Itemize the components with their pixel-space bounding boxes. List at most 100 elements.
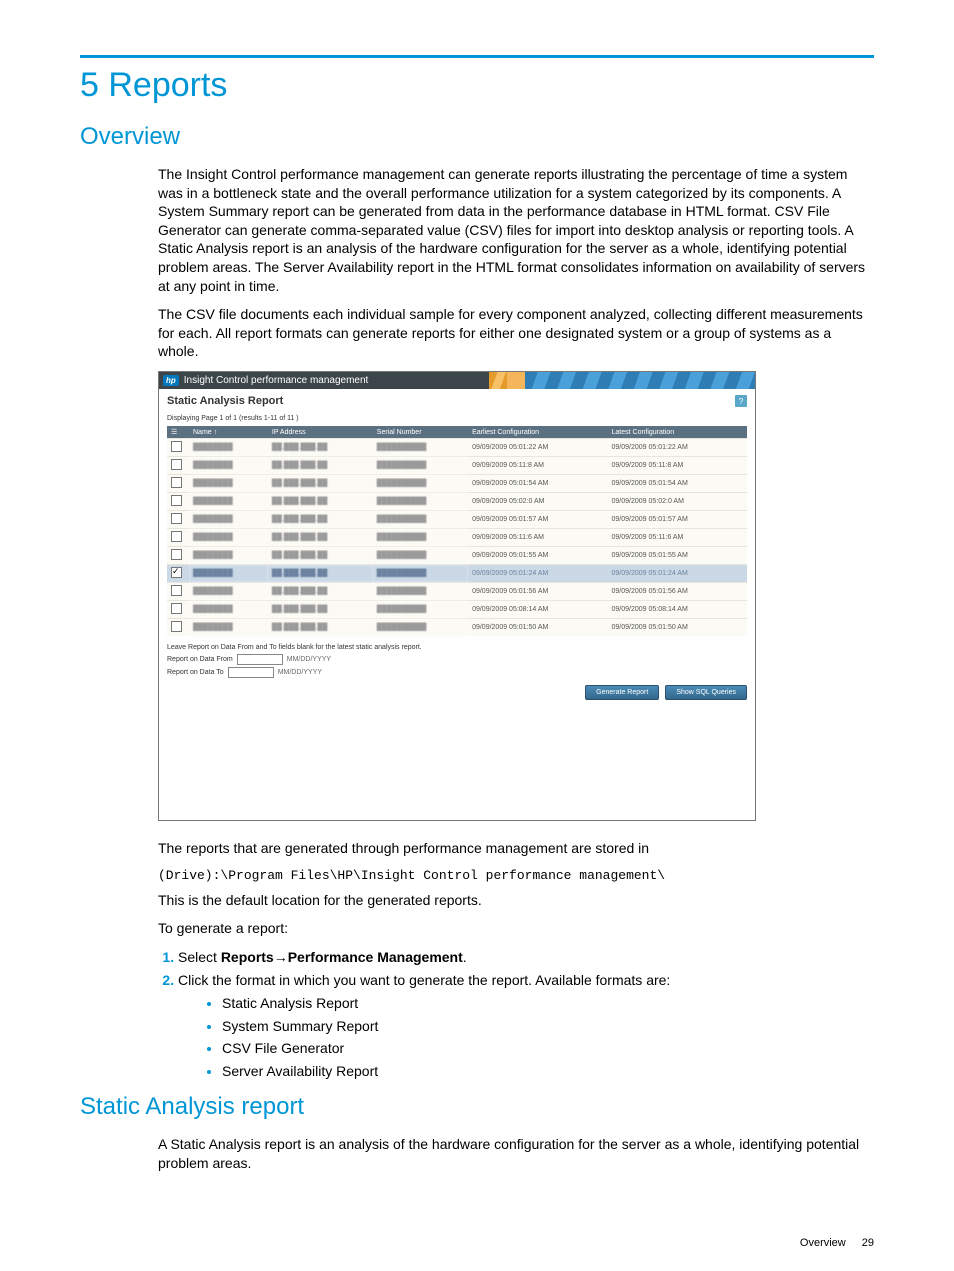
row-earliest: 09/09/2009 05:01:24 AM [468, 565, 607, 583]
static-analysis-heading: Static Analysis report [80, 1093, 874, 1121]
row-name: ████████ [189, 583, 268, 601]
storage-path: (Drive):\Program Files\HP\Insight Contro… [158, 868, 874, 883]
row-checkbox[interactable] [167, 619, 189, 637]
table-row[interactable]: ██████████.███.███.████████████09/09/200… [167, 511, 747, 529]
col-serial[interactable]: Serial Number [373, 426, 468, 439]
row-name: ████████ [189, 493, 268, 511]
row-latest: 09/09/2009 05:11:8 AM [608, 457, 747, 475]
paging-text: Displaying Page 1 of 1 (results 1-11 of … [159, 413, 755, 424]
row-serial: ██████████ [373, 565, 468, 583]
screenshot-whitespace [159, 710, 755, 820]
to-label: Report on Data To [167, 669, 224, 676]
row-name: ████████ [189, 619, 268, 637]
step-1: Select Reports→Performance Management. [178, 948, 874, 967]
row-earliest: 09/09/2009 05:11:8 AM [468, 457, 607, 475]
row-checkbox[interactable] [167, 475, 189, 493]
row-name: ████████ [189, 457, 268, 475]
to-generate-text: To generate a report: [158, 919, 874, 938]
chapter-title: 5 Reports [80, 66, 874, 105]
row-serial: ██████████ [373, 619, 468, 637]
row-ip: ██.███.███.██ [268, 601, 373, 619]
row-ip: ██.███.███.██ [268, 529, 373, 547]
row-serial: ██████████ [373, 457, 468, 475]
row-ip: ██.███.███.██ [268, 439, 373, 457]
row-checkbox[interactable] [167, 457, 189, 475]
stored-in-text: The reports that are generated through p… [158, 839, 874, 858]
row-name: ████████ [189, 511, 268, 529]
col-select[interactable]: ☰ [167, 426, 189, 439]
app-title: Insight Control performance management [184, 375, 369, 386]
brand-ribbon [507, 372, 755, 389]
row-checkbox[interactable] [167, 547, 189, 565]
formats-list: Static Analysis Report System Summary Rep… [178, 994, 874, 1082]
table-row[interactable]: ██████████.███.███.████████████ 09/09/200… [167, 619, 747, 637]
table-row[interactable]: ██████████.███.███.████████████ 09/09/200… [167, 439, 747, 457]
row-checkbox[interactable] [167, 565, 189, 583]
table-row[interactable]: ██████████.███.███.████████████09/09/200… [167, 601, 747, 619]
row-checkbox[interactable] [167, 601, 189, 619]
row-earliest: 09/09/2009 05:01:56 AM [468, 583, 607, 601]
table-row[interactable]: ██████████.███.███.████████████09/09/200… [167, 475, 747, 493]
col-latest[interactable]: Latest Configuration [608, 426, 747, 439]
help-icon[interactable]: ? [735, 395, 747, 407]
generate-report-button[interactable]: Generate Report [585, 685, 659, 700]
overview-para-2: The CSV file documents each individual s… [158, 305, 874, 361]
row-serial: ██████████ [373, 583, 468, 601]
table-row[interactable]: ██████████.███.███.████████████09/09/200… [167, 457, 747, 475]
show-sql-button[interactable]: Show SQL Queries [665, 685, 747, 700]
row-earliest: 09/09/2009 05:01:54 AM [468, 475, 607, 493]
step-2: Click the format in which you want to ge… [178, 971, 874, 1081]
row-serial: ██████████ [373, 601, 468, 619]
row-latest: 09/09/2009 05:01:50 AM [608, 619, 747, 637]
table-row[interactable]: ██████████.███.███.████████████09/09/200… [167, 583, 747, 601]
row-earliest: 09/09/2009 05:11:6 AM [468, 529, 607, 547]
to-hint: MM/DD/YYYY [278, 669, 322, 676]
row-serial: ██████████ [373, 529, 468, 547]
overview-para-1: The Insight Control performance manageme… [158, 165, 874, 295]
list-item: Static Analysis Report [222, 994, 874, 1013]
row-serial: ██████████ [373, 511, 468, 529]
table-row[interactable]: ██████████.███.███.████████████09/09/200… [167, 547, 747, 565]
table-row[interactable]: ██████████.███.███.████████████09/09/200… [167, 529, 747, 547]
row-name: ████████ [189, 601, 268, 619]
row-earliest: 09/09/2009 05:08:14 AM [468, 601, 607, 619]
row-checkbox[interactable] [167, 439, 189, 457]
row-name: ████████ [189, 529, 268, 547]
row-ip: ██.███.███.██ [268, 475, 373, 493]
row-checkbox[interactable] [167, 511, 189, 529]
row-name: ████████ [189, 439, 268, 457]
table-row[interactable]: ██████████.███.███.████████████09/09/200… [167, 565, 747, 583]
row-ip: ██.███.███.██ [268, 619, 373, 637]
row-latest: 09/09/2009 05:01:22 AM [608, 439, 747, 457]
col-ip[interactable]: IP Address [268, 426, 373, 439]
to-input[interactable] [228, 667, 274, 678]
col-earliest[interactable]: Earliest Configuration [468, 426, 607, 439]
row-name: ████████ [189, 475, 268, 493]
footer-section: Overview [800, 1237, 846, 1249]
default-location-text: This is the default location for the gen… [158, 891, 874, 910]
row-serial: ██████████ [373, 547, 468, 565]
row-latest: 09/09/2009 05:01:56 AM [608, 583, 747, 601]
table-header-row: ☰ Name↑ IP Address Serial Number Earlies… [167, 426, 747, 439]
from-input[interactable] [237, 654, 283, 665]
row-checkbox[interactable] [167, 583, 189, 601]
row-serial: ██████████ [373, 439, 468, 457]
row-ip: ██.███.███.██ [268, 583, 373, 601]
col-name[interactable]: Name↑ [189, 426, 268, 439]
top-rule [80, 55, 874, 58]
static-analysis-para: A Static Analysis report is an analysis … [158, 1135, 874, 1172]
form-note: Leave Report on Data From and To fields … [159, 638, 755, 653]
row-checkbox[interactable] [167, 529, 189, 547]
row-name: ████████ [189, 547, 268, 565]
row-checkbox[interactable] [167, 493, 189, 511]
row-latest: 09/09/2009 05:01:57 AM [608, 511, 747, 529]
list-item: System Summary Report [222, 1017, 874, 1036]
row-latest: 09/09/2009 05:01:24 AM [608, 565, 747, 583]
row-ip: ██.███.███.██ [268, 547, 373, 565]
from-hint: MM/DD/YYYY [287, 656, 331, 663]
results-table: ☰ Name↑ IP Address Serial Number Earlies… [167, 426, 747, 636]
row-serial: ██████████ [373, 475, 468, 493]
row-name: ████████ [189, 565, 268, 583]
table-row[interactable]: ██████████.███.███.████████████09/09/200… [167, 493, 747, 511]
list-item: Server Availability Report [222, 1062, 874, 1081]
